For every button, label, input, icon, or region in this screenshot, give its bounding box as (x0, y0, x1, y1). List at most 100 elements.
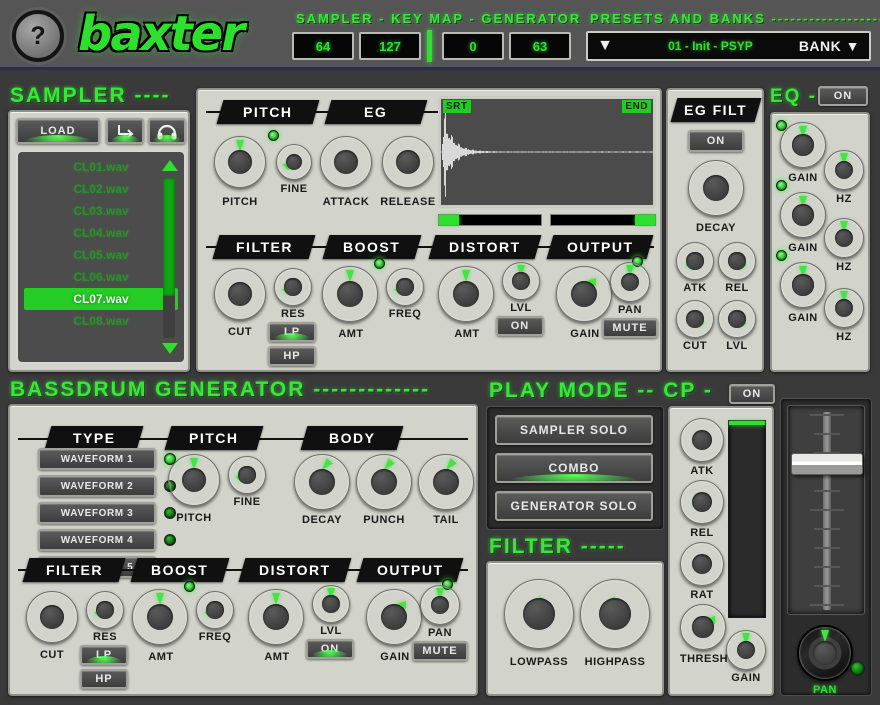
preset-selector[interactable]: ▼ 01 - Init - PSYP BANK ▼ (586, 31, 871, 61)
gen-filter-hp-button[interactable]: HP (80, 669, 128, 689)
waveform-display[interactable]: SRT END (438, 96, 656, 208)
generator-high-value[interactable]: 63 (509, 32, 571, 60)
waveform-button-1[interactable]: WAVEFORM 1 (38, 448, 156, 470)
cp-rat-knob[interactable] (680, 542, 724, 586)
eq-on-button[interactable]: ON (818, 86, 868, 106)
sampler-filter-cut-label: CUT (227, 326, 253, 338)
play-mode-button-1[interactable]: SAMPLER SOLO (495, 415, 653, 445)
gen-output-pan-knob[interactable] (420, 585, 460, 625)
gen-filter-res-knob[interactable] (86, 591, 124, 629)
list-item[interactable]: CL03.wav (18, 200, 184, 222)
load-button[interactable]: LOAD (16, 118, 100, 144)
eg-filt-cut-label: CUT (682, 340, 708, 352)
sampler-attack-knob[interactable] (320, 136, 372, 188)
gen-distort-lvl-knob[interactable] (312, 585, 350, 623)
gen-filter-cut-knob[interactable] (26, 591, 78, 643)
preset-name[interactable]: 01 - Init - PSYP (622, 39, 799, 53)
master-highpass-knob[interactable] (580, 579, 650, 649)
sample-end-tag[interactable]: END (622, 100, 651, 113)
eg-filt-on-button[interactable]: ON (688, 130, 744, 152)
sampler-distort-amt-knob[interactable] (438, 266, 494, 322)
sampler-boost-freq-knob[interactable] (386, 268, 424, 306)
bank-dropdown[interactable]: BANK ▼ (799, 38, 869, 54)
eq-band3-hz-knob[interactable] (824, 288, 864, 328)
cp-thresh-knob[interactable] (680, 604, 726, 650)
gen-boost-amt-knob[interactable] (132, 589, 188, 645)
generator-low-value[interactable]: 0 (442, 32, 504, 60)
sampler-release-knob[interactable] (382, 136, 434, 188)
eq-band2-hz-knob[interactable] (824, 218, 864, 258)
gen-tail-knob[interactable] (418, 454, 474, 510)
cp-atk-knob[interactable] (680, 418, 724, 462)
list-item[interactable]: CL05.wav (18, 244, 184, 266)
sample-start-tag[interactable]: SRT (443, 100, 471, 113)
cp-rel-knob[interactable] (680, 480, 724, 524)
sampler-low-value[interactable]: 64 (292, 32, 354, 60)
cp-on-button[interactable]: ON (729, 384, 775, 404)
list-scrollbar-thumb[interactable] (163, 178, 175, 296)
sampler-fine-knob[interactable] (276, 144, 312, 180)
master-fader-track[interactable] (787, 405, 865, 615)
generator-title: BASSDRUM GENERATOR ------------- (10, 378, 431, 401)
sample-start-trim[interactable] (438, 214, 542, 226)
gen-punch-knob[interactable] (356, 454, 412, 510)
preset-prev-button[interactable]: ▼ (588, 37, 622, 55)
loop-toggle-button[interactable] (106, 118, 144, 144)
eq-band2-gain-knob[interactable] (780, 192, 826, 238)
eg-filt-rel-knob[interactable] (718, 242, 756, 280)
list-item[interactable]: CL08.wav (18, 310, 184, 332)
eq-band3-gain-knob[interactable] (780, 262, 826, 308)
gen-decay-knob[interactable] (294, 454, 350, 510)
eq-band1-gain-knob[interactable] (780, 122, 826, 168)
list-item[interactable]: CL04.wav (18, 222, 184, 244)
list-item[interactable]: CL01.wav (18, 156, 184, 178)
sample-end-trim[interactable] (550, 214, 656, 226)
fader-tick (814, 547, 840, 549)
sample-file-list[interactable]: CL01.wav CL02.wav CL03.wav CL04.wav CL05.wav… (16, 150, 186, 364)
gen-distort-amt-knob[interactable] (248, 589, 304, 645)
sampler-distort-lvl-knob[interactable] (502, 262, 540, 300)
list-item[interactable]: CL06.wav (18, 266, 184, 288)
gen-fine-knob[interactable] (228, 456, 266, 494)
sampler-filter-hp-button[interactable]: HP (268, 346, 316, 366)
sampler-browser-panel: LOAD CL01.wav CL02.wav CL03.wav CL04.wav CL0… (8, 110, 190, 372)
gen-filter-lp-button[interactable]: LP (80, 645, 128, 665)
sampler-output-pan-knob[interactable] (610, 262, 650, 302)
list-item[interactable]: CL02.wav (18, 178, 184, 200)
sampler-filter-lp-button[interactable]: LP (268, 322, 316, 342)
help-button[interactable]: ? (12, 10, 64, 62)
eq-band1-hz-knob[interactable] (824, 150, 864, 190)
gen-pitch-knob[interactable] (168, 454, 220, 506)
scroll-up-arrow[interactable] (162, 160, 178, 171)
cp-gain-knob[interactable] (726, 630, 766, 670)
eg-filt-lvl-knob[interactable] (718, 300, 756, 338)
gen-mute-button[interactable]: MUTE (412, 641, 468, 661)
eg-filt-decay-knob[interactable] (688, 160, 744, 216)
master-fader-handle[interactable] (791, 453, 863, 476)
sampler-mute-button[interactable]: MUTE (602, 318, 658, 338)
start-trim-handle[interactable] (439, 215, 459, 225)
master-lowpass-knob[interactable] (504, 579, 574, 649)
master-pan-knob[interactable] (797, 625, 853, 681)
list-item[interactable]: CL07.wav (24, 288, 178, 310)
sampler-filter-res-knob[interactable] (274, 268, 312, 306)
gen-distort-on-button[interactable]: ON (306, 639, 354, 659)
sampler-filter-cut-knob[interactable] (214, 268, 266, 320)
gen-boost-freq-knob[interactable] (196, 591, 234, 629)
end-trim-handle[interactable] (635, 215, 655, 225)
master-strip: PAN (780, 398, 872, 696)
eg-filt-cut-knob[interactable] (676, 300, 714, 338)
eg-filt-atk-knob[interactable] (676, 242, 714, 280)
sampler-distort-on-button[interactable]: ON (496, 316, 544, 336)
preview-button[interactable] (148, 118, 186, 144)
waveform-button-3[interactable]: WAVEFORM 3 (38, 502, 156, 524)
waveform-button-2[interactable]: WAVEFORM 2 (38, 475, 156, 497)
waveform-button-4[interactable]: WAVEFORM 4 (38, 529, 156, 551)
banner-eg-filt: EG FILT (670, 98, 762, 122)
scroll-down-arrow[interactable] (162, 343, 178, 354)
sampler-high-value[interactable]: 127 (359, 32, 421, 60)
play-mode-button-2[interactable]: COMBO (495, 453, 653, 483)
sampler-boost-amt-knob[interactable] (322, 266, 378, 322)
sampler-pitch-knob[interactable] (214, 136, 266, 188)
play-mode-button-3[interactable]: GENERATOR SOLO (495, 491, 653, 521)
